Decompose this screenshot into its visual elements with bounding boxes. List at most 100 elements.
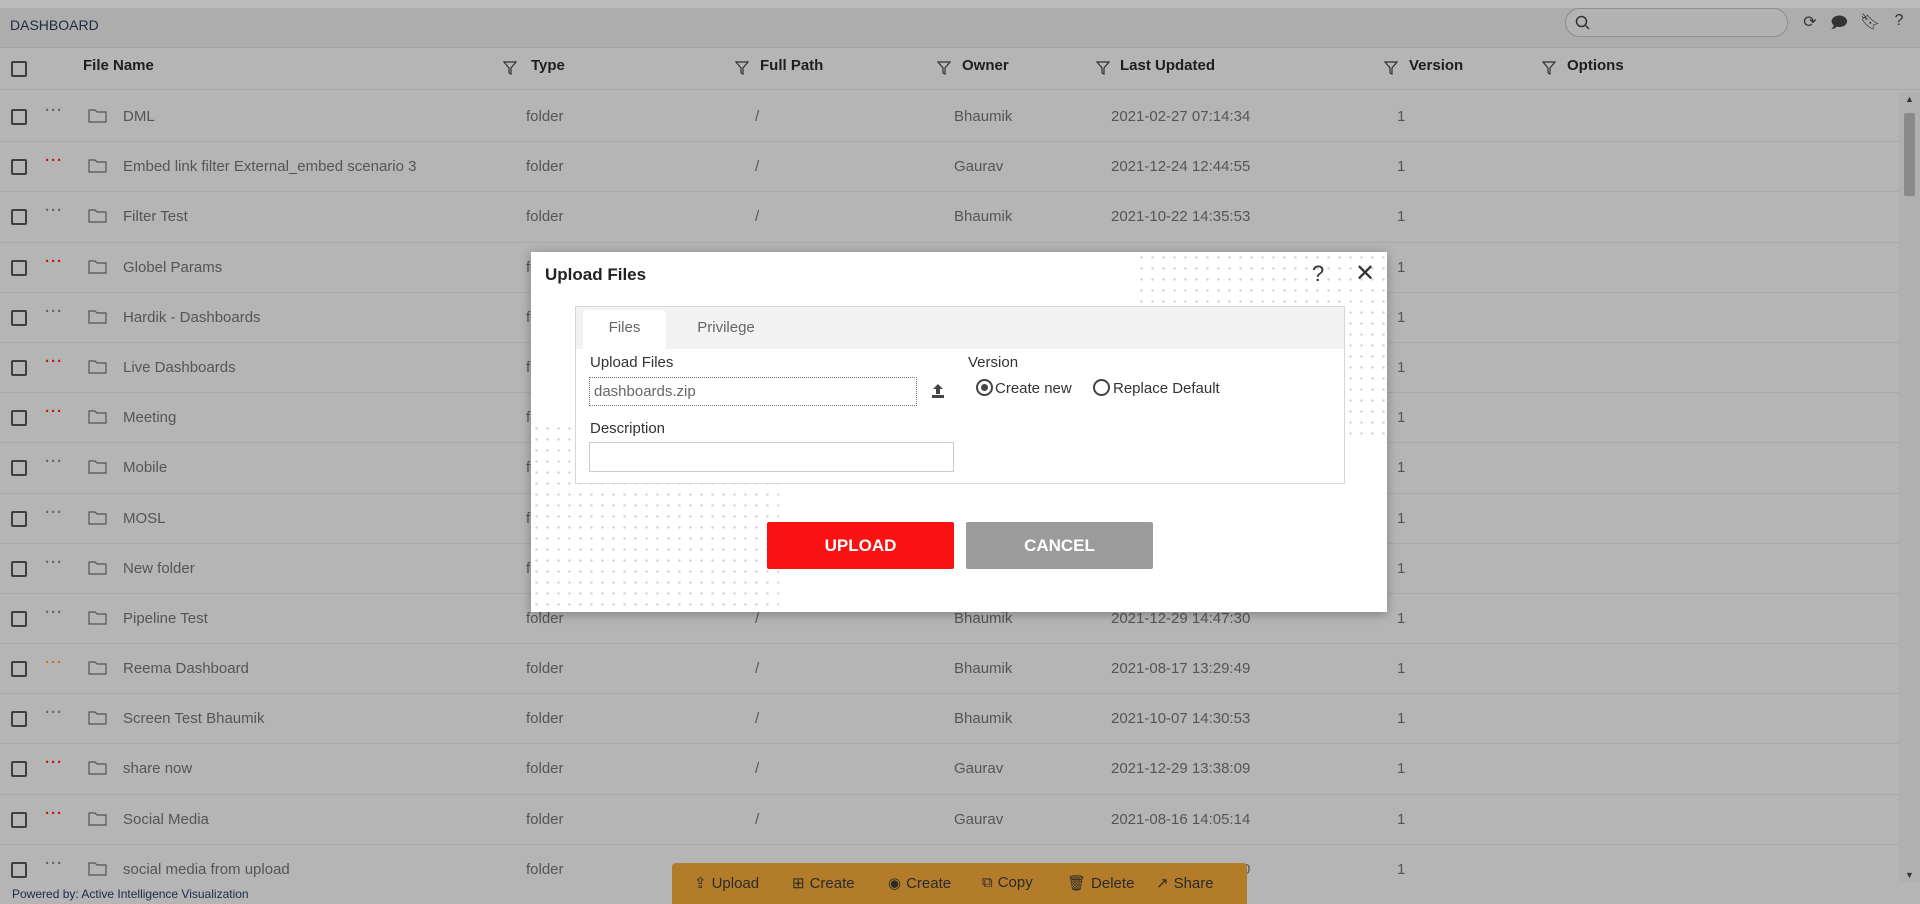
toolbar-delete-button[interactable]: 🗑︎ Delete — [1067, 874, 1134, 892]
refresh-icon[interactable]: ⟳ — [1800, 12, 1820, 32]
row-options-icon[interactable]: ··· — [45, 855, 63, 872]
cancel-button[interactable]: CANCEL — [966, 522, 1153, 569]
toolbar-copy-button[interactable]: ⧉ Copy — [982, 874, 1033, 891]
search-input[interactable] — [1565, 8, 1788, 37]
radio-replace-default[interactable] — [1093, 379, 1110, 396]
row-checkbox[interactable] — [11, 711, 27, 728]
file-name[interactable]: Pipeline Test — [123, 610, 208, 627]
row-checkbox[interactable] — [11, 209, 27, 226]
scroll-down-icon[interactable]: ▼ — [1905, 870, 1914, 880]
row-checkbox[interactable] — [11, 159, 27, 176]
description-input[interactable] — [589, 442, 954, 472]
table-row[interactable]: ··· Embed link filter External_embed sce… — [0, 142, 1899, 193]
column-file-name[interactable]: File Name — [83, 57, 154, 74]
filter-icon[interactable] — [1384, 61, 1398, 75]
row-checkbox[interactable] — [11, 510, 27, 527]
file-version: 1 — [1397, 860, 1406, 878]
column-type[interactable]: Type — [531, 57, 565, 74]
row-checkbox[interactable] — [11, 309, 27, 326]
toolbar-create-dashboard-button[interactable]: ◉ Create — [888, 874, 951, 892]
bookmark-icon[interactable]: 🔖︎ — [1860, 12, 1880, 32]
row-options-icon[interactable]: ··· — [45, 704, 63, 721]
page-title: DASHBOARD — [10, 17, 99, 33]
row-checkbox[interactable] — [11, 661, 27, 678]
row-options-icon[interactable]: ··· — [45, 303, 63, 320]
table-row[interactable]: ··· share now folder / Gaurav 2021-12-29… — [0, 744, 1899, 795]
comment-icon[interactable]: 🗩 — [1829, 12, 1849, 32]
filter-icon[interactable] — [1542, 61, 1556, 75]
column-owner[interactable]: Owner — [962, 57, 1009, 74]
table-row[interactable]: ··· DML folder / Bhaumik 2021-02-27 07:1… — [0, 92, 1899, 143]
row-checkbox[interactable] — [11, 811, 27, 828]
row-checkbox[interactable] — [11, 560, 27, 577]
row-options-icon[interactable]: ··· — [45, 152, 63, 169]
row-checkbox[interactable] — [11, 761, 27, 778]
upload-button[interactable]: UPLOAD — [767, 522, 954, 569]
filter-icon[interactable] — [937, 61, 951, 75]
table-row[interactable]: ··· Reema Dashboard folder / Bhaumik 202… — [0, 644, 1899, 695]
row-options-icon[interactable]: ··· — [45, 453, 63, 470]
row-options-icon[interactable]: ··· — [45, 754, 63, 771]
table-row[interactable]: ··· Filter Test folder / Bhaumik 2021-10… — [0, 192, 1899, 243]
row-checkbox[interactable] — [11, 109, 27, 125]
upload-icon[interactable] — [931, 383, 945, 399]
filter-icon[interactable] — [1096, 61, 1110, 75]
file-name[interactable]: Embed link filter External_embed scenari… — [123, 158, 416, 175]
scrollbar-thumb[interactable] — [1904, 113, 1915, 196]
table-row[interactable]: ··· Screen Test Bhaumik folder / Bhaumik… — [0, 694, 1899, 745]
row-options-icon[interactable]: ··· — [45, 604, 63, 621]
file-name[interactable]: Reema Dashboard — [123, 660, 249, 677]
row-options-icon[interactable]: ··· — [45, 403, 63, 420]
help-icon[interactable]: ? — [1889, 12, 1909, 32]
file-name[interactable]: Screen Test Bhaumik — [123, 710, 264, 727]
row-checkbox[interactable] — [11, 359, 27, 376]
row-checkbox[interactable] — [11, 259, 27, 276]
file-name[interactable]: Meeting — [123, 409, 176, 426]
toolbar-upload-button[interactable]: ⇪ Upload — [694, 874, 759, 892]
folder-icon — [88, 611, 107, 625]
help-icon[interactable]: ? — [1312, 261, 1324, 287]
row-checkbox[interactable] — [11, 610, 27, 627]
file-name[interactable]: Mobile — [123, 459, 167, 476]
toolbar-share-button[interactable]: ↗ Share — [1156, 874, 1214, 892]
row-checkbox[interactable] — [11, 861, 27, 878]
row-options-icon[interactable]: ··· — [45, 353, 63, 370]
file-name[interactable]: Live Dashboards — [123, 359, 236, 376]
row-options-icon[interactable]: ··· — [45, 554, 63, 571]
filter-icon[interactable] — [503, 61, 517, 75]
file-name[interactable]: share now — [123, 760, 192, 777]
file-name[interactable]: Social Media — [123, 811, 209, 828]
radio-create-new[interactable] — [976, 379, 993, 396]
file-name[interactable]: Globel Params — [123, 259, 222, 276]
row-options-icon[interactable]: ··· — [45, 504, 63, 521]
row-options-icon[interactable]: ··· — [45, 253, 63, 270]
file-name[interactable]: New folder — [123, 560, 195, 577]
column-version[interactable]: Version — [1409, 57, 1463, 74]
folder-icon — [88, 862, 107, 876]
file-name[interactable]: social media from upload — [123, 861, 290, 878]
file-name[interactable]: Hardik - Dashboards — [123, 309, 261, 326]
table-row[interactable]: ··· Social Media folder / Gaurav 2021-08… — [0, 795, 1899, 845]
row-options-icon[interactable]: ··· — [45, 654, 63, 671]
file-path: / — [755, 609, 760, 627]
file-name[interactable]: DML — [123, 108, 155, 125]
tab-files[interactable]: Files — [583, 310, 666, 349]
tab-privilege[interactable]: Privilege — [686, 310, 766, 349]
share-icon: ↗ — [1156, 875, 1169, 892]
file-name[interactable]: Filter Test — [123, 208, 188, 225]
row-options-icon[interactable]: ··· — [45, 102, 63, 119]
row-checkbox[interactable] — [11, 460, 27, 477]
close-icon[interactable]: ✕ — [1355, 259, 1375, 288]
select-all-checkbox[interactable] — [11, 61, 27, 77]
file-input[interactable] — [589, 377, 917, 406]
scrollbar[interactable]: ▲ ▼ — [1899, 92, 1920, 882]
scroll-up-icon[interactable]: ▲ — [1905, 94, 1914, 104]
row-checkbox[interactable] — [11, 410, 27, 427]
toolbar-create-folder-button[interactable]: ⊞ Create — [792, 874, 855, 892]
row-options-icon[interactable]: ··· — [45, 202, 63, 219]
row-options-icon[interactable]: ··· — [45, 805, 63, 822]
filter-icon[interactable] — [735, 61, 749, 75]
file-name[interactable]: MOSL — [123, 510, 166, 527]
column-last-updated[interactable]: Last Updated — [1120, 57, 1215, 74]
column-full-path[interactable]: Full Path — [760, 57, 823, 74]
